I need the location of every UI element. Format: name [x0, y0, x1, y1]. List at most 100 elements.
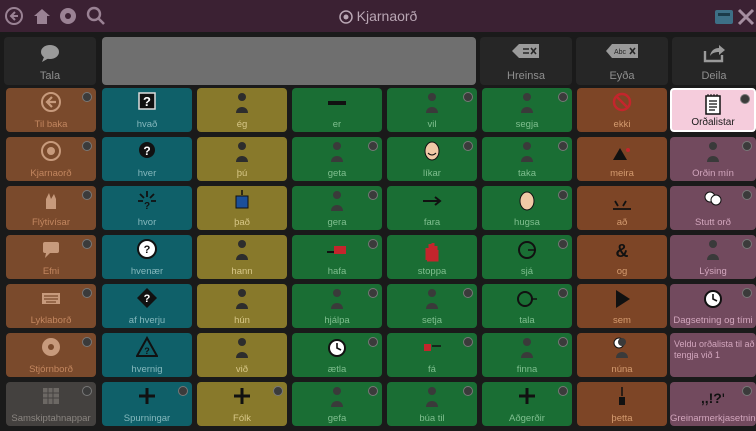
word-cell[interactable]: fá	[387, 333, 477, 377]
word-cell[interactable]: segja	[482, 88, 572, 132]
cell-label: ég	[236, 119, 248, 130]
cell-label: hafa	[327, 266, 347, 277]
word-cell[interactable]: Aðgerðir	[482, 382, 572, 426]
cell-label: Aðgerðir	[509, 413, 545, 424]
word-cell[interactable]: tala	[482, 284, 572, 328]
word-cell[interactable]: ? af hverju	[102, 284, 192, 328]
cell-label: segja	[515, 119, 539, 130]
cell-label: Spurningar	[123, 413, 171, 424]
verb-symbol-icon	[331, 387, 343, 407]
nav-keyboard[interactable]: Lyklaborð	[6, 284, 96, 328]
word-cell[interactable]: ekki	[577, 88, 667, 132]
word-cell[interactable]: taka	[482, 137, 572, 181]
cell-label: Fólk	[233, 413, 251, 424]
word-cell[interactable]: við	[197, 333, 287, 377]
clear-button[interactable]: Hreinsa	[480, 37, 572, 85]
word-cell[interactable]: stoppa	[387, 235, 477, 279]
word-symbol-icon	[616, 290, 630, 308]
word-cell[interactable]: hugsa	[482, 186, 572, 230]
word-cell[interactable]: ? hvor	[102, 186, 192, 230]
nav-speech-topic[interactable]: Efni	[6, 235, 96, 279]
word-cell[interactable]: að	[577, 186, 667, 230]
folder-link-icon	[82, 288, 92, 298]
keyboard-icon	[42, 293, 60, 304]
cell-label: er	[332, 119, 342, 130]
word-cell[interactable]: hjálpa	[292, 284, 382, 328]
folder-link-icon	[463, 386, 473, 396]
topic-cell[interactable]: Orðin mín	[670, 137, 756, 181]
nav-grid[interactable]: Samskiptahnappar	[6, 382, 96, 426]
word-cell[interactable]: fara	[387, 186, 477, 230]
svg-text:,,!?': ,,!?'	[702, 390, 724, 406]
topic-cell[interactable]: ,,!?' Greinarmerkjasetning	[670, 382, 756, 426]
word-cell[interactable]: ég	[197, 88, 287, 132]
word-cell[interactable]: meira	[577, 137, 667, 181]
cell-label: það	[234, 217, 250, 228]
word-cell[interactable]: hann	[197, 235, 287, 279]
cell-label: búa til	[419, 413, 445, 424]
word-cell[interactable]: ? hver	[102, 137, 192, 181]
cell-label: geta	[327, 168, 347, 179]
nav-arrow-left-circle[interactable]: Til baka	[6, 88, 96, 132]
svg-text:?: ?	[144, 293, 151, 305]
word-cell[interactable]: sjá	[482, 235, 572, 279]
delete-word-icon: Abc	[606, 44, 638, 58]
folder-link-icon	[558, 386, 568, 396]
word-cell[interactable]: finna	[482, 333, 572, 377]
cell-label: meira	[610, 168, 634, 179]
word-cell[interactable]: ? hvernig	[102, 333, 192, 377]
folder-link-icon	[742, 141, 752, 151]
message-window[interactable]	[102, 37, 476, 85]
word-cell[interactable]: núna	[577, 333, 667, 377]
toggle-toolbar-icon[interactable]	[714, 7, 734, 27]
delete-word-button[interactable]: Abc Eyða	[576, 37, 668, 85]
topic-cell[interactable]: Veldu orðalista til að tengja við 1	[670, 333, 756, 377]
nav-core-words[interactable]: Kjarnaorð	[6, 137, 96, 181]
word-cell[interactable]: gefa	[292, 382, 382, 426]
word-cell[interactable]: vil	[387, 88, 477, 132]
topic-cell[interactable]: Lýsing	[670, 235, 756, 279]
word-symbol-icon	[619, 387, 625, 405]
word-cell[interactable]: búa til	[387, 382, 477, 426]
share-button[interactable]: Deila	[672, 37, 756, 85]
word-cell[interactable]: þetta	[577, 382, 667, 426]
verb-symbol-icon	[521, 338, 533, 358]
word-cell[interactable]: sem	[577, 284, 667, 328]
cell-label: gefa	[327, 413, 347, 424]
word-cell[interactable]: hún	[197, 284, 287, 328]
shortcut-hand-icon	[46, 193, 56, 209]
person-symbol-icon	[236, 93, 248, 113]
folder-link-icon	[740, 94, 750, 104]
folder-link-icon	[463, 337, 473, 347]
nav-settings-dial[interactable]: Stjórnborð	[6, 333, 96, 377]
word-cell[interactable]: hafa	[292, 235, 382, 279]
word-cell[interactable]: gera	[292, 186, 382, 230]
svg-text:?: ?	[143, 94, 151, 109]
speak-button[interactable]: Tala	[4, 37, 96, 85]
word-cell[interactable]: geta	[292, 137, 382, 181]
word-cell[interactable]: er	[292, 88, 382, 132]
person-symbol-icon	[236, 240, 248, 260]
close-icon[interactable]	[736, 7, 756, 27]
word-cell[interactable]: þú	[197, 137, 287, 181]
word-cell[interactable]: setja	[387, 284, 477, 328]
list-icon	[705, 94, 721, 115]
cell-label: ekki	[613, 119, 631, 130]
word-cell[interactable]: ? hvenær	[102, 235, 192, 279]
nav-shortcut-hand[interactable]: Flýtivísar	[6, 186, 96, 230]
verb-symbol-icon	[331, 191, 343, 211]
word-lists-cell[interactable]: Orðalistar	[670, 88, 756, 132]
word-cell[interactable]: & og	[577, 235, 667, 279]
word-cell[interactable]: það	[197, 186, 287, 230]
folder-link-icon	[368, 239, 378, 249]
word-cell[interactable]: Fólk	[197, 382, 287, 426]
word-cell[interactable]: ætla	[292, 333, 382, 377]
topic-cell[interactable]: Stutt orð	[670, 186, 756, 230]
cell-label: Stutt orð	[695, 217, 731, 228]
topic-cell[interactable]: Dagsetning og tími	[670, 284, 756, 328]
word-cell[interactable]: ? hvað	[102, 88, 192, 132]
delete-word-icon-text: Abc	[614, 49, 627, 56]
word-cell[interactable]: Spurningar	[102, 382, 192, 426]
word-cell[interactable]: líkar	[387, 137, 477, 181]
verb-symbol-icon	[521, 142, 533, 162]
